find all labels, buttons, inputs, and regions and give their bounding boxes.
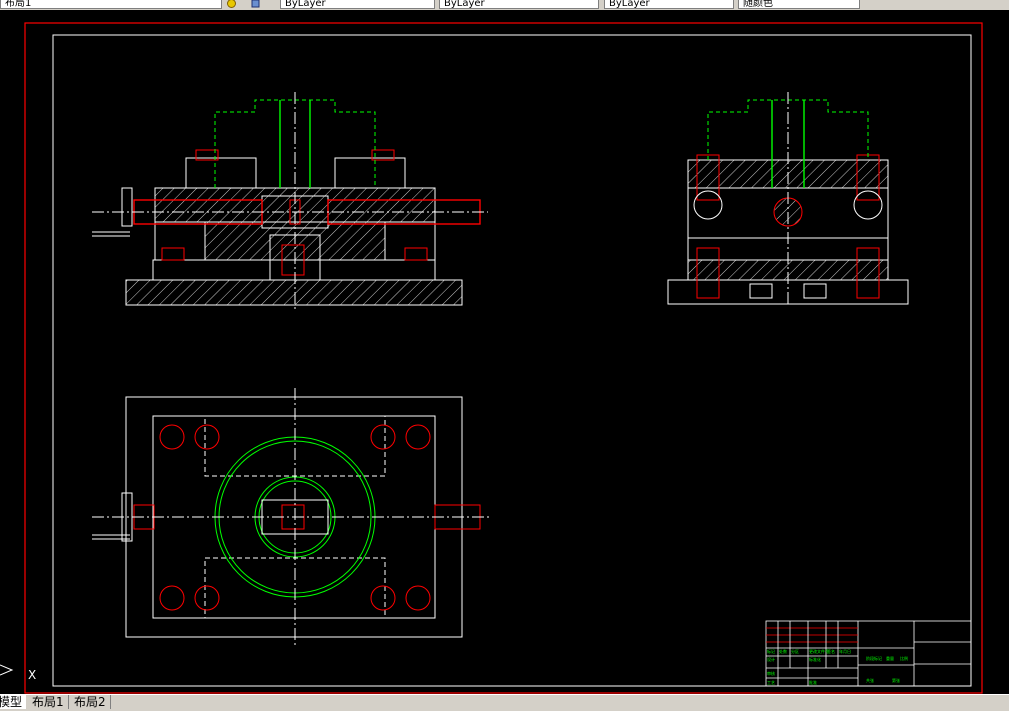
- tb-label: 标记: [767, 648, 775, 654]
- tb-label: 审核: [767, 670, 775, 676]
- tb-label: 年月日: [839, 648, 851, 654]
- tb-label: 比例: [900, 655, 908, 661]
- tb-label: 批准: [809, 679, 817, 685]
- side-view: [667, 92, 909, 305]
- title-block-labels: 标记 处数 分区 更改文件号 签名 年月日 设计 标准化 阶段标记 重量 比例 …: [767, 648, 908, 685]
- drawing-frame: [52, 34, 972, 687]
- color-dropdown[interactable]: ByLayer: [280, 0, 435, 9]
- tb-label: 重量: [886, 655, 894, 661]
- layer-state-icon[interactable]: [226, 0, 237, 9]
- tb-label: 更改文件号: [809, 648, 829, 654]
- sheet-border: [24, 22, 983, 694]
- layout-tabs: 模型 布局1 布局2: [0, 694, 1009, 711]
- layer-dropdown[interactable]: 布局1: [0, 0, 222, 9]
- tb-label: 第张: [892, 677, 900, 683]
- tb-label: 阶段标记: [866, 655, 882, 661]
- tb-label: 签名: [827, 648, 835, 654]
- tb-label: 设计: [767, 656, 775, 662]
- tab-model[interactable]: 模型: [0, 695, 27, 709]
- tb-label: 共张: [866, 677, 874, 683]
- tb-label: 处数: [779, 648, 787, 654]
- top-view: [92, 388, 490, 645]
- cad-drawing: 标记 处数 分区 更改文件号 签名 年月日 设计 标准化 阶段标记 重量 比例 …: [0, 22, 983, 694]
- plotstyle-dropdown[interactable]: 随颜色: [738, 0, 860, 9]
- lineweight-dropdown[interactable]: ByLayer: [604, 0, 734, 9]
- linetype-dropdown[interactable]: ByLayer: [439, 0, 599, 9]
- tb-label: 标准化: [809, 656, 821, 662]
- tb-label: 工艺: [767, 680, 775, 685]
- ucs-icon: X: [0, 664, 36, 682]
- front-view: [92, 92, 488, 312]
- drawing-canvas[interactable]: 标记 处数 分区 更改文件号 签名 年月日 设计 标准化 阶段标记 重量 比例 …: [0, 10, 1009, 694]
- tab-layout1[interactable]: 布局1: [28, 695, 69, 709]
- tb-label: 分区: [791, 648, 799, 654]
- tab-layout2[interactable]: 布局2: [70, 695, 111, 709]
- svg-text:X: X: [28, 668, 36, 682]
- layer-tools-icon[interactable]: [250, 0, 261, 9]
